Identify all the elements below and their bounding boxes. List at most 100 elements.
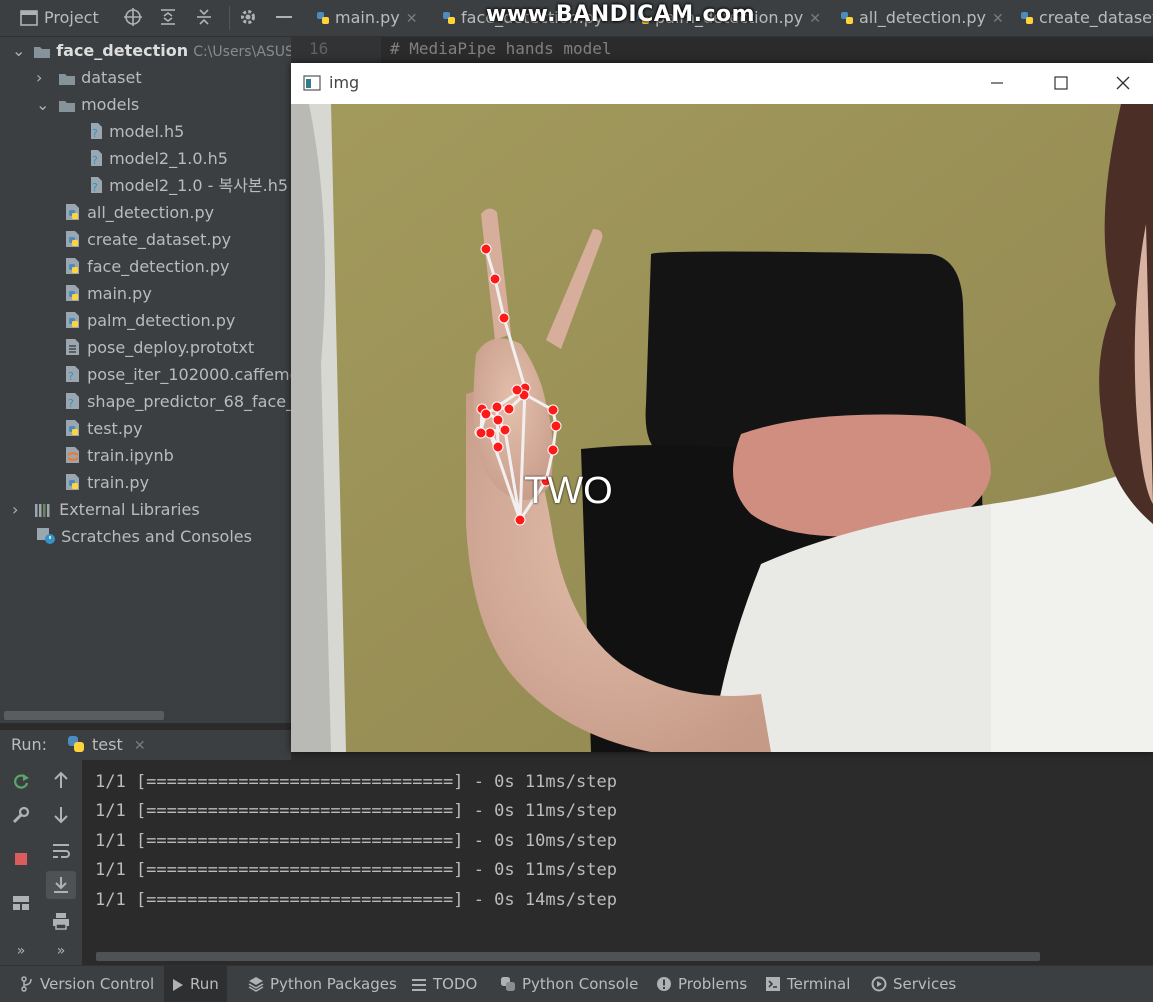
more-icon[interactable]: »	[46, 937, 76, 965]
tool-window-bar: Version Control Run Python Packages TODO…	[0, 965, 1153, 1002]
tree-item-pose-iter[interactable]: ? pose_iter_102000.caffemodel	[64, 361, 291, 388]
tab-all-detection[interactable]: all_detection.py ✕	[840, 0, 1004, 36]
hand-landmark-point	[491, 401, 503, 413]
tree-item-label: External Libraries	[59, 500, 200, 519]
arrow-up-icon[interactable]	[46, 766, 76, 794]
close-tab-icon[interactable]: ✕	[809, 11, 821, 27]
branch-icon	[21, 976, 32, 992]
chevron-down-icon[interactable]: ⌄	[12, 37, 28, 64]
close-tab-icon[interactable]: ✕	[134, 738, 146, 754]
folder-icon	[34, 47, 51, 58]
svg-text:?: ?	[68, 370, 74, 383]
run-toolbar: »	[0, 760, 42, 965]
arrow-down-icon[interactable]	[46, 801, 76, 829]
tree-item-model-h5[interactable]: ? model.h5	[88, 118, 184, 145]
tree-item-palm-detection[interactable]: palm_detection.py	[64, 307, 235, 334]
tree-item-models[interactable]: ⌄ models	[36, 91, 139, 118]
tree-item-label: create_dataset.py	[87, 230, 232, 249]
tree-item-pose-deploy[interactable]: pose_deploy.prototxt	[64, 334, 254, 361]
unknown-file-icon: ?	[91, 150, 102, 167]
tree-item-label: face_detection.py	[87, 257, 230, 276]
project-view-selector[interactable]: Project	[20, 0, 99, 36]
hand-bone	[495, 406, 500, 448]
tab-label: Python Packages	[270, 975, 397, 993]
tree-item-label: pose_deploy.prototxt	[87, 338, 255, 357]
run-tab-test[interactable]: test ✕	[66, 730, 146, 760]
terminal-tab[interactable]: Terminal	[765, 966, 850, 1002]
tab-label: all_detection.py	[859, 8, 986, 27]
chevron-down-icon[interactable]: ⌄	[36, 91, 58, 118]
hand-landmark-point	[514, 514, 526, 526]
tab-create-dataset[interactable]: create_dataset.py	[1020, 0, 1153, 36]
hide-icon[interactable]	[275, 0, 293, 36]
todo-tab[interactable]: TODO	[411, 966, 477, 1002]
tree-item-face-detection[interactable]: face_detection.py	[64, 253, 229, 280]
services-tab[interactable]: Services	[871, 966, 956, 1002]
layers-icon	[248, 977, 264, 992]
window-titlebar[interactable]: img	[291, 63, 1153, 103]
version-control-tab[interactable]: Version Control	[20, 966, 154, 1002]
hand-landmark-point	[550, 420, 562, 432]
tree-item-external-libraries[interactable]: › External Libraries	[12, 496, 200, 523]
tree-item-main[interactable]: main.py	[64, 280, 152, 307]
project-window-icon	[20, 10, 38, 26]
tab-main[interactable]: main.py ✕	[316, 0, 417, 36]
chevron-right-icon[interactable]: ›	[36, 64, 58, 91]
run-console[interactable]: 1/1 [==============================] - 0…	[82, 760, 1153, 965]
tree-item-create-dataset[interactable]: create_dataset.py	[64, 226, 231, 253]
console-line: 1/1 [==============================] - 0…	[95, 890, 617, 910]
play-icon	[173, 979, 183, 991]
python-packages-tab[interactable]: Python Packages	[248, 966, 397, 1002]
python-file-icon	[317, 12, 329, 24]
soft-wrap-icon[interactable]	[46, 837, 76, 865]
code-comment: # MediaPipe hands model	[390, 39, 612, 58]
tree-item-label: test.py	[87, 419, 143, 438]
tree-scrollbar[interactable]	[4, 711, 164, 720]
python-file-icon	[66, 312, 79, 328]
expand-all-icon[interactable]	[158, 0, 178, 36]
hand-bone	[503, 429, 522, 521]
img-window[interactable]: img TWO	[291, 63, 1153, 752]
tree-item-label: models	[81, 95, 140, 114]
scroll-to-end-icon[interactable]	[46, 871, 76, 899]
collapse-all-icon[interactable]	[194, 0, 214, 36]
tree-item-model2[interactable]: ? model2_1.0.h5	[88, 145, 228, 172]
tree-item-model2-copy[interactable]: ? model2_1.0 - 복사본.h5	[88, 172, 288, 199]
wrench-icon[interactable]	[6, 801, 36, 829]
minimize-button[interactable]	[977, 71, 1017, 95]
problems-tab[interactable]: Problems	[656, 966, 747, 1002]
stop-icon[interactable]	[6, 845, 36, 873]
tree-item-dataset[interactable]: › dataset	[36, 64, 142, 91]
tree-root[interactable]: ⌄ face_detection C:\Users\ASUS\	[12, 37, 291, 64]
close-tab-icon[interactable]: ✕	[406, 11, 418, 27]
chevron-right-icon[interactable]: ›	[12, 496, 34, 523]
tab-label: Run	[190, 975, 219, 993]
print-icon[interactable]	[46, 907, 76, 935]
console-scrollbar[interactable]	[96, 952, 1040, 961]
gear-icon[interactable]	[238, 0, 258, 36]
tab-label: Problems	[678, 975, 748, 993]
python-console-tab[interactable]: Python Console	[500, 966, 638, 1002]
terminal-icon	[766, 977, 780, 991]
tree-item-train[interactable]: train.py	[64, 469, 149, 496]
run-tool-tab[interactable]: Run	[164, 966, 227, 1002]
more-icon[interactable]: »	[6, 937, 36, 965]
tree-item-scratches[interactable]: Scratches and Consoles	[36, 523, 252, 550]
line-number: 16	[309, 39, 329, 58]
recorder-watermark: www.BANDICAM.com	[486, 2, 756, 27]
hand-landmark-point	[498, 312, 510, 324]
hand-landmark-point	[480, 408, 492, 420]
close-window-button[interactable]	[1103, 71, 1143, 95]
hand-landmark-point	[547, 444, 559, 456]
tree-item-shape-predictor[interactable]: ? shape_predictor_68_face_landmarks.dat	[64, 388, 291, 415]
maximize-button[interactable]	[1041, 71, 1081, 95]
locate-icon[interactable]	[123, 0, 143, 36]
tree-item-test[interactable]: test.py	[64, 415, 143, 442]
tree-item-label: main.py	[87, 284, 152, 303]
close-tab-icon[interactable]: ✕	[992, 11, 1004, 27]
layout-icon[interactable]	[6, 889, 36, 917]
tree-item-train-ipynb[interactable]: train.ipynb	[64, 442, 174, 469]
services-icon	[871, 976, 887, 992]
rerun-icon[interactable]	[6, 768, 36, 796]
tree-item-all-detection[interactable]: all_detection.py	[64, 199, 214, 226]
